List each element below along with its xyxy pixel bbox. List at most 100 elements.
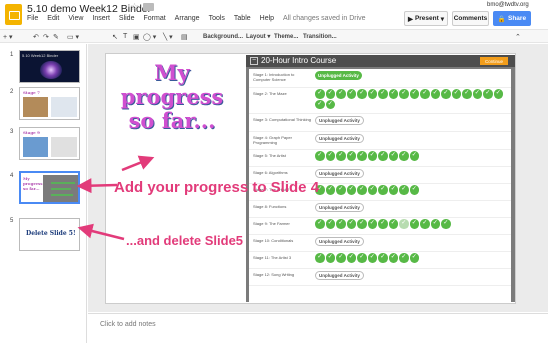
slide-thumbnail-1[interactable]: 5.10 Week12 Binder <box>19 50 80 83</box>
level-complete-icon[interactable]: ✓ <box>409 89 419 99</box>
level-complete-icon[interactable]: ✓ <box>346 89 356 99</box>
level-complete-icon[interactable]: ✓ <box>315 253 325 263</box>
menu-help[interactable]: Help <box>260 15 274 27</box>
menu-format[interactable]: Format <box>143 15 165 27</box>
level-complete-icon[interactable]: ✓ <box>441 219 451 229</box>
slide-thumbnail-2[interactable]: Stage 7 <box>19 87 80 120</box>
level-complete-icon[interactable]: ✓ <box>483 89 493 99</box>
unplugged-activity-badge[interactable]: Unplugged Activity <box>315 237 364 246</box>
level-complete-icon[interactable]: ✓ <box>472 89 482 99</box>
collapse-toolbar-icon[interactable]: ⌃ <box>515 31 521 42</box>
undo-icon[interactable]: ↶ <box>33 31 39 42</box>
stage-label[interactable]: Stage 6: Algorithms <box>253 170 313 175</box>
level-complete-icon[interactable]: ✓ <box>420 219 430 229</box>
unplugged-activity-badge[interactable]: Unplugged Activity <box>315 116 364 125</box>
unplugged-activity-badge[interactable]: Unplugged Activity <box>315 134 364 143</box>
stage-label[interactable]: Stage 12: Song Writing <box>253 272 313 277</box>
level-complete-icon[interactable]: ✓ <box>325 185 335 195</box>
level-complete-icon[interactable]: ✓ <box>378 185 388 195</box>
present-button[interactable]: ▶ Present ▾ <box>404 11 448 26</box>
level-complete-icon[interactable]: ✓ <box>357 253 367 263</box>
level-complete-icon[interactable]: ✓ <box>367 151 377 161</box>
zoom-icon[interactable]: ▭ ▾ <box>67 31 79 42</box>
level-complete-icon[interactable]: ✓ <box>462 89 472 99</box>
level-complete-icon[interactable]: ✓ <box>441 89 451 99</box>
level-complete-icon[interactable]: ✓ <box>357 219 367 229</box>
level-complete-icon[interactable]: ✓ <box>367 253 377 263</box>
level-complete-icon[interactable]: ✓ <box>315 151 325 161</box>
user-email[interactable]: bmo@twdtv.org <box>487 2 529 8</box>
level-complete-icon[interactable]: ✓ <box>357 89 367 99</box>
level-complete-icon[interactable]: ✓ <box>399 89 409 99</box>
menu-tools[interactable]: Tools <box>209 15 225 27</box>
level-complete-icon[interactable]: ✓ <box>409 253 419 263</box>
level-complete-icon[interactable]: ✓ <box>336 151 346 161</box>
stage-label[interactable]: Stage 4: Graph Paper Programming <box>253 135 313 145</box>
level-complete-icon[interactable]: ✓ <box>388 89 398 99</box>
menu-view[interactable]: View <box>68 15 83 27</box>
background-button[interactable]: Background... <box>203 31 243 42</box>
stage-label[interactable]: Stage 2: The Maze <box>253 91 313 96</box>
level-complete-icon[interactable]: ✓ <box>378 219 388 229</box>
stage-label[interactable]: Stage 9: The Farmer <box>253 221 313 226</box>
theme-button[interactable]: Theme... <box>274 31 298 42</box>
menu-insert[interactable]: Insert <box>92 15 110 27</box>
level-complete-icon[interactable]: ✓ <box>388 253 398 263</box>
menu-arrange[interactable]: Arrange <box>175 15 200 27</box>
folder-icon[interactable] <box>143 3 154 11</box>
level-complete-icon[interactable]: ✓ <box>346 151 356 161</box>
line-icon[interactable]: ╲ ▾ <box>163 31 173 42</box>
level-complete-icon[interactable]: ✓ <box>336 185 346 195</box>
redo-icon[interactable]: ↷ <box>43 31 49 42</box>
unplugged-activity-badge[interactable]: Unplugged Activity <box>315 271 364 280</box>
comments-button[interactable]: Comments <box>452 11 489 26</box>
stage-label[interactable]: Stage 1: Introduction to Computer Scienc… <box>253 72 313 82</box>
level-complete-icon[interactable]: ✓ <box>315 219 325 229</box>
textbox-icon[interactable]: T <box>123 31 127 42</box>
level-complete-icon[interactable]: ✓ <box>357 151 367 161</box>
level-complete-icon[interactable]: ✓ <box>378 151 388 161</box>
level-complete-icon[interactable]: ✓ <box>336 253 346 263</box>
level-complete-icon[interactable]: ✓ <box>420 89 430 99</box>
unplugged-activity-badge[interactable]: Unplugged Activity <box>315 169 364 178</box>
level-complete-icon[interactable]: ✓ <box>430 89 440 99</box>
level-complete-icon[interactable]: ✓ <box>388 185 398 195</box>
shape-icon[interactable]: ◯ ▾ <box>143 31 156 42</box>
level-complete-icon[interactable]: ✓ <box>346 185 356 195</box>
level-complete-icon[interactable]: ✓ <box>378 89 388 99</box>
add-progress-annotation[interactable]: Add your progress to Slide 4 <box>114 179 319 197</box>
stage-label[interactable]: Stage 5: The Artist <box>253 153 313 158</box>
menu-table[interactable]: Table <box>234 15 251 27</box>
star-icon[interactable]: ☆ <box>130 2 139 13</box>
level-complete-icon[interactable]: ✓ <box>336 219 346 229</box>
speaker-notes[interactable] <box>88 313 548 343</box>
level-complete-icon[interactable]: ✓ <box>388 219 398 229</box>
notes-placeholder[interactable]: Click to add notes <box>100 321 156 328</box>
unplugged-activity-badge[interactable]: Unplugged Activity <box>315 203 364 212</box>
level-complete-icon[interactable]: ✓ <box>315 99 325 109</box>
level-complete-icon[interactable]: ✓ <box>367 89 377 99</box>
level-complete-icon[interactable]: ✓ <box>409 151 419 161</box>
level-complete-icon[interactable]: ✓ <box>346 219 356 229</box>
level-complete-icon[interactable]: ✓ <box>430 219 440 229</box>
level-complete-icon[interactable]: ✓ <box>399 151 409 161</box>
level-complete-icon[interactable]: ✓ <box>325 151 335 161</box>
level-complete-icon[interactable]: ✓ <box>399 219 409 229</box>
delete-slide-annotation[interactable]: ...and delete Slide5 <box>126 232 243 249</box>
level-complete-icon[interactable]: ✓ <box>451 89 461 99</box>
paint-format-icon[interactable]: ✎ <box>53 31 59 42</box>
menu-edit[interactable]: Edit <box>47 15 59 27</box>
select-icon[interactable]: ↖ <box>112 31 118 42</box>
level-complete-icon[interactable]: ✓ <box>346 253 356 263</box>
level-complete-icon[interactable]: ✓ <box>325 253 335 263</box>
level-complete-icon[interactable]: ✓ <box>378 253 388 263</box>
transition-button[interactable]: Transition... <box>303 31 337 42</box>
level-complete-icon[interactable]: ✓ <box>325 219 335 229</box>
share-button[interactable]: 🔒 Share <box>493 11 531 26</box>
comment-icon[interactable]: ▤ <box>181 31 188 42</box>
level-complete-icon[interactable]: ✓ <box>399 185 409 195</box>
unplugged-activity-badge[interactable]: Unplugged Activity <box>315 71 362 80</box>
level-complete-icon[interactable]: ✓ <box>493 89 503 99</box>
slide-thumbnail-3[interactable]: Stage 9 <box>19 127 80 160</box>
image-icon[interactable]: ▣ <box>133 31 140 42</box>
